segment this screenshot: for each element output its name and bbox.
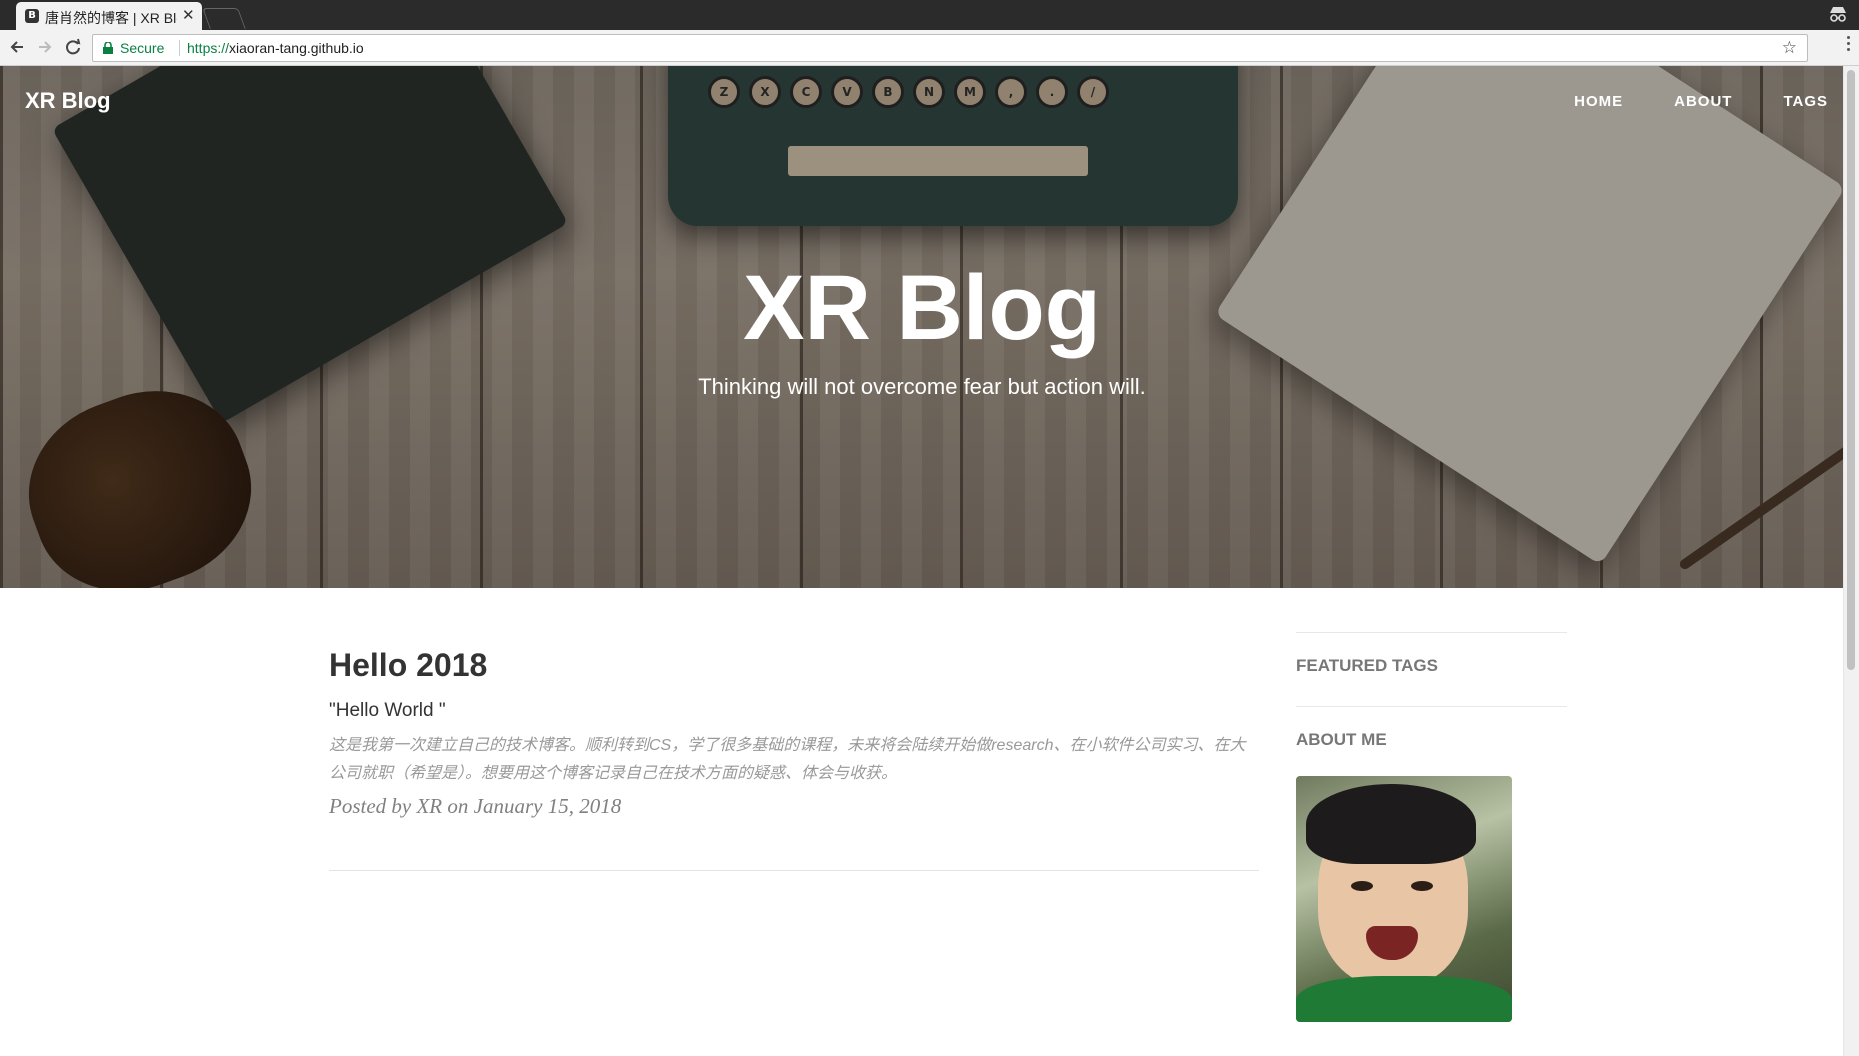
browser-tab-active[interactable]: B 唐肖然的博客 | XR Blog ✕ xyxy=(16,2,202,30)
tab-title: 唐肖然的博客 | XR Blog xyxy=(45,10,177,26)
reload-icon[interactable] xyxy=(62,36,84,58)
hero-title: XR Blog xyxy=(743,257,1101,359)
nav-tags-link[interactable]: TAGS xyxy=(1783,93,1828,110)
post-preview[interactable]: Hello 2018 "Hello World " 这是我第一次建立自己的技术博… xyxy=(329,646,1259,819)
url-text: https://xiaoran-tang.github.io xyxy=(179,40,364,56)
sidebar: FEATURED TAGS ABOUT ME xyxy=(1296,632,1567,1022)
sidebar-divider xyxy=(1296,632,1567,633)
tab-close-icon[interactable]: ✕ xyxy=(182,6,195,24)
avatar-eye xyxy=(1411,881,1433,891)
forward-icon[interactable] xyxy=(34,36,56,58)
back-icon[interactable] xyxy=(6,36,28,58)
hero-subtitle: Thinking will not overcome fear but acti… xyxy=(698,374,1146,399)
nav-home-link[interactable]: HOME xyxy=(1574,93,1623,110)
page-scrollbar[interactable] xyxy=(1843,66,1859,1056)
featured-tags-heading: FEATURED TAGS xyxy=(1296,656,1438,675)
avatar-shirt xyxy=(1296,976,1512,1022)
sidebar-divider xyxy=(1296,706,1567,707)
bookmark-star-icon[interactable]: ☆ xyxy=(1782,38,1797,58)
address-bar[interactable]: Secure https://xiaoran-tang.github.io ☆ xyxy=(92,34,1808,62)
secure-label: Secure xyxy=(120,40,165,56)
featured-tags-list xyxy=(1296,676,1567,706)
post-excerpt[interactable]: 这是我第一次建立自己的技术博客。顺利转到CS，学了很多基础的课程，未来将会陆续开… xyxy=(329,732,1259,788)
nav-about-link[interactable]: ABOUT xyxy=(1674,93,1732,110)
browser-menu-icon[interactable] xyxy=(1847,36,1851,54)
favicon-icon: B xyxy=(25,9,39,23)
url-host: xiaoran-tang.github.io xyxy=(229,40,364,56)
page-viewport: Z X C V B N M,. / XR Blog HOME ABOUT TAGS XR Blog… xyxy=(0,66,1844,1056)
new-tab-button[interactable] xyxy=(202,8,246,29)
site-nav: HOME ABOUT TAGS xyxy=(1523,93,1828,111)
site-brand-link[interactable]: XR Blog xyxy=(25,88,111,114)
incognito-icon xyxy=(1830,7,1846,22)
about-me-heading: ABOUT ME xyxy=(1296,730,1387,749)
hero-header: Z X C V B N M,. / XR Blog HOME ABOUT TAGS XR Blog… xyxy=(0,66,1844,588)
scrollbar-thumb[interactable] xyxy=(1847,70,1855,670)
browser-tab-bar: B 唐肖然的博客 | XR Blog ✕ xyxy=(0,0,1859,30)
post-subtitle[interactable]: "Hello World " xyxy=(329,700,1259,722)
avatar-eye xyxy=(1351,881,1373,891)
post-meta: Posted by XR on January 15, 2018 xyxy=(329,794,622,819)
avatar-hair xyxy=(1306,784,1476,864)
url-scheme: https:// xyxy=(187,40,230,56)
avatar xyxy=(1296,776,1512,1022)
lock-icon xyxy=(103,42,113,54)
browser-toolbar: Secure https://xiaoran-tang.github.io ☆ xyxy=(0,30,1859,66)
post-divider xyxy=(329,870,1259,871)
post-title-link[interactable]: Hello 2018 xyxy=(329,646,1259,684)
